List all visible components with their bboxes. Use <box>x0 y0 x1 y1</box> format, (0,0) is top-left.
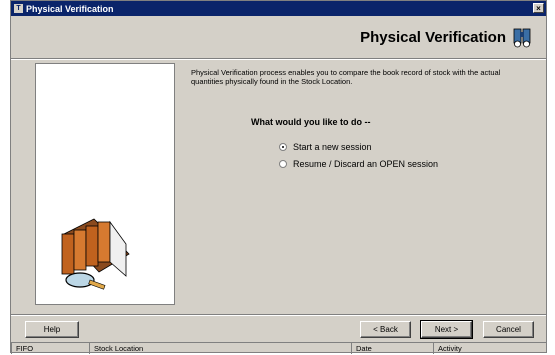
option-resume-discard-session[interactable]: Resume / Discard an OPEN session <box>279 159 438 169</box>
back-button[interactable]: < Back <box>360 321 411 338</box>
option-label: Start a new session <box>293 142 372 152</box>
status-activity: Activity <box>433 342 546 354</box>
binoculars-icon <box>513 28 531 48</box>
radio-start-new-session[interactable] <box>279 143 287 151</box>
footer-divider <box>11 314 546 316</box>
page-title: Physical Verification <box>360 29 506 46</box>
status-bar: FIFO Stock Location Date Activity <box>11 342 546 354</box>
cancel-button[interactable]: Cancel <box>483 321 534 338</box>
help-button[interactable]: Help <box>25 321 79 338</box>
wizard-header: Physical Verification <box>11 16 546 56</box>
header-divider <box>11 58 546 60</box>
wizard-window: T Physical Verification × Physical Verif… <box>10 0 547 354</box>
books-magnifier-icon <box>61 218 130 290</box>
status-fifo: FIFO <box>11 342 89 354</box>
description-text: Physical Verification process enables yo… <box>191 68 501 86</box>
title-bar: T Physical Verification × <box>11 1 546 16</box>
question-label: What would you like to do -- <box>251 117 371 127</box>
status-date: Date <box>351 342 433 354</box>
next-button[interactable]: Next > <box>420 320 473 339</box>
status-stock-location: Stock Location <box>89 342 351 354</box>
close-button[interactable]: × <box>533 3 544 13</box>
option-start-new-session[interactable]: Start a new session <box>279 142 372 152</box>
window-title: Physical Verification <box>26 3 114 14</box>
illustration-panel <box>35 63 175 305</box>
app-icon: T <box>14 4 23 13</box>
radio-resume-discard-session[interactable] <box>279 160 287 168</box>
option-label: Resume / Discard an OPEN session <box>293 159 439 169</box>
